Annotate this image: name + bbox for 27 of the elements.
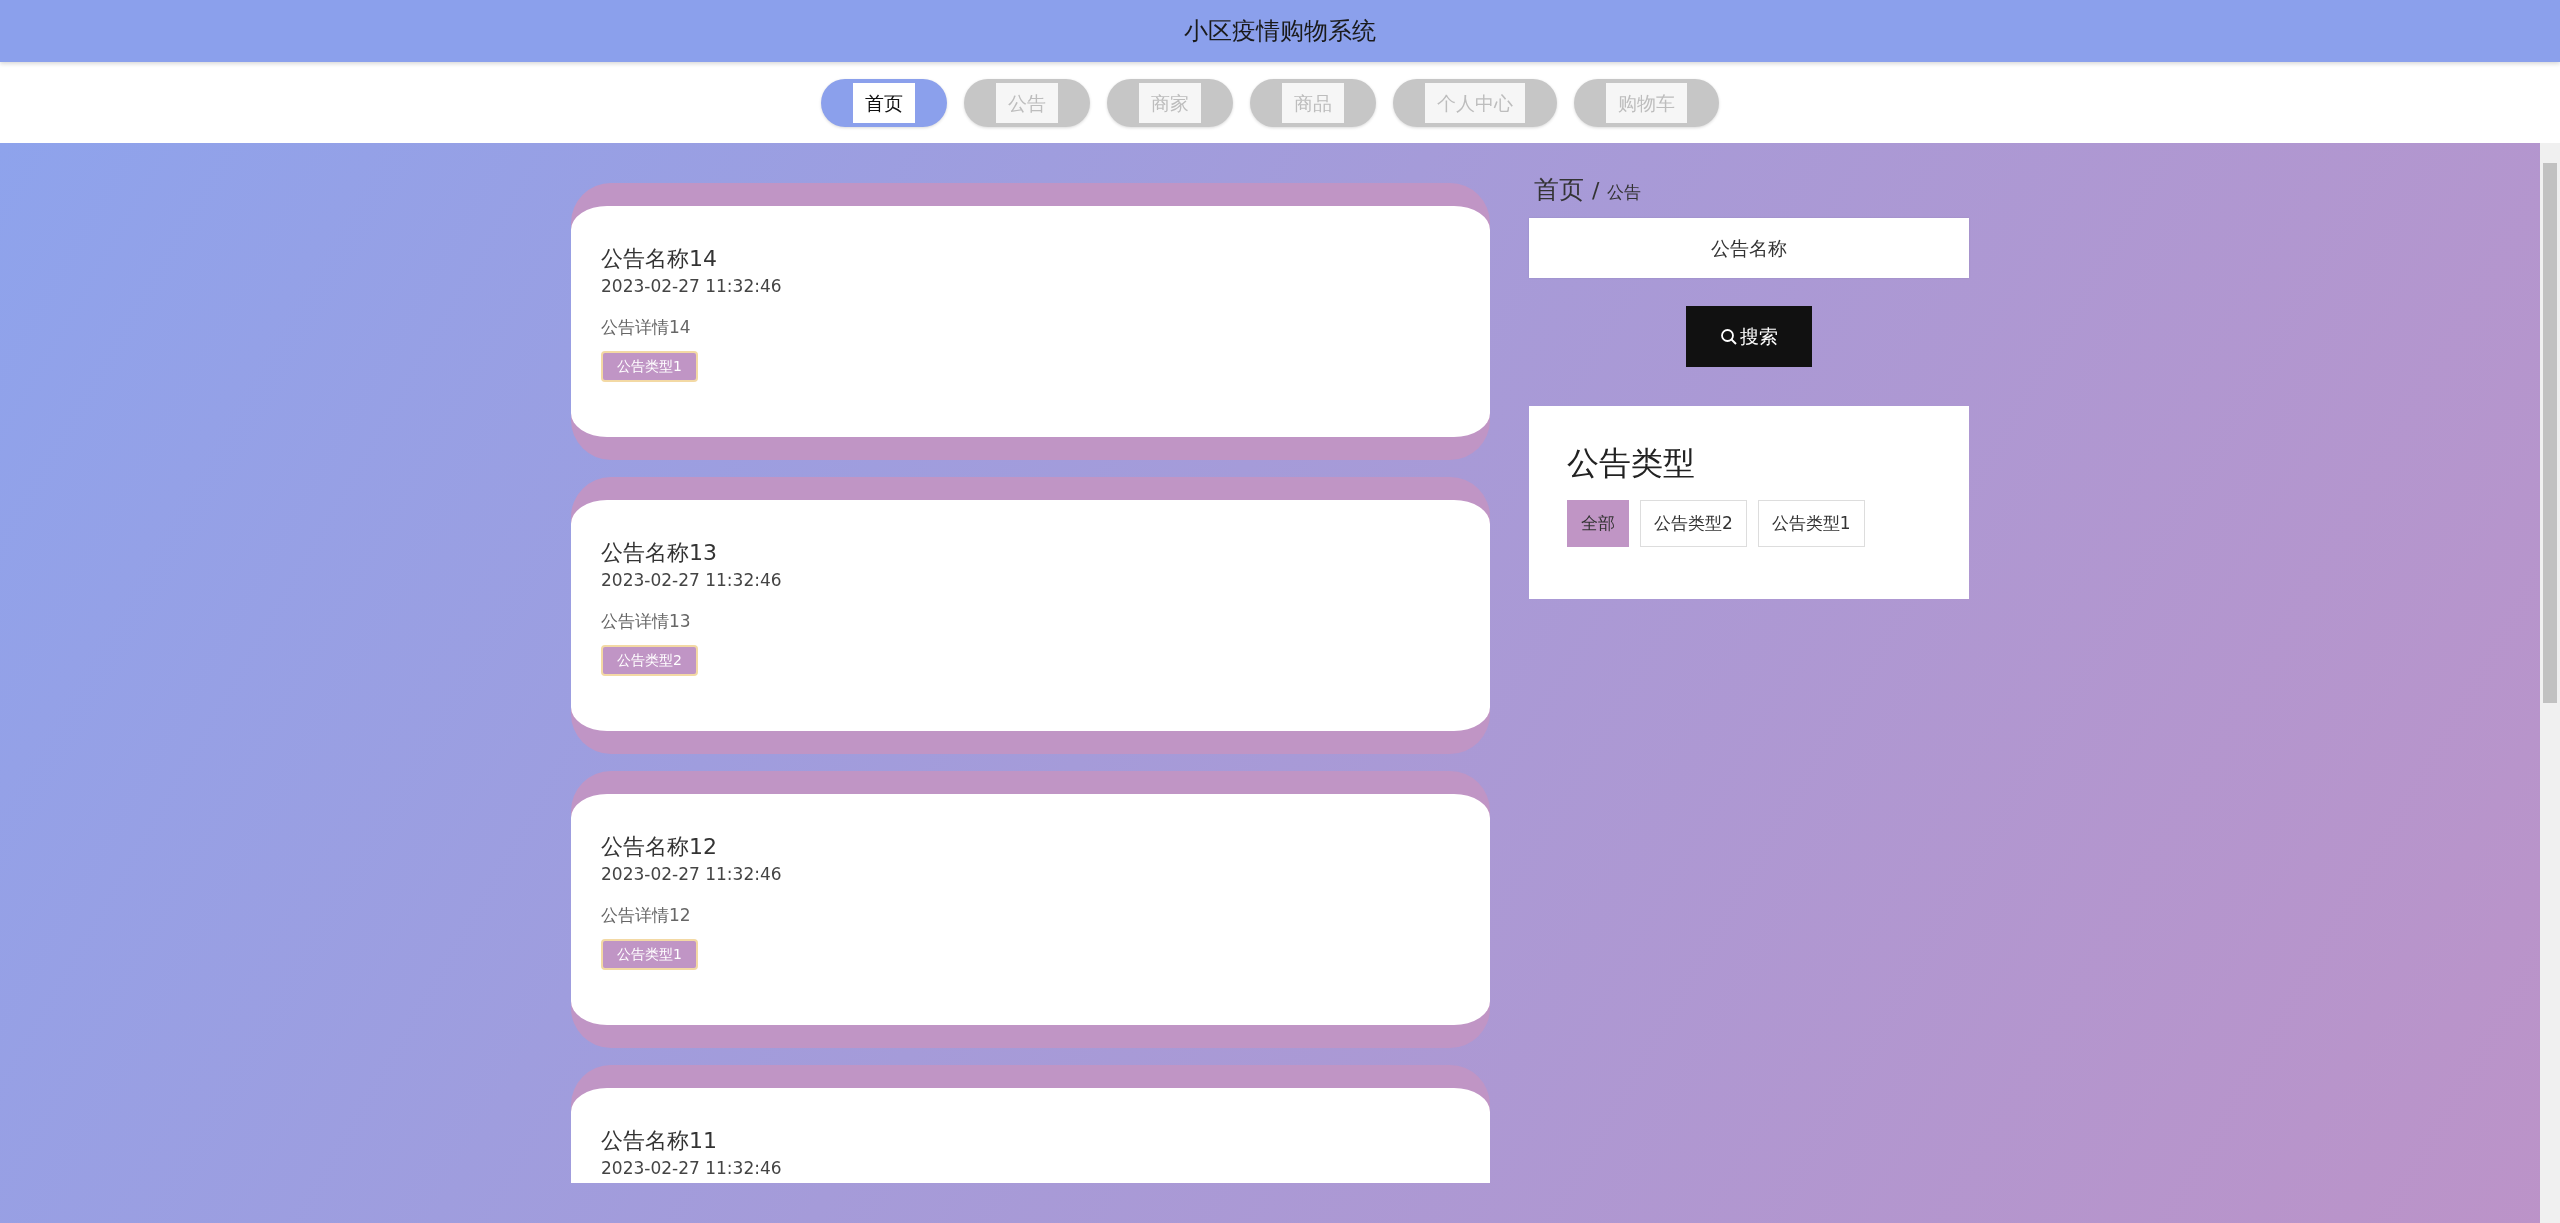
category-filter[interactable]: 公告类型2: [1640, 500, 1747, 547]
scrollbar[interactable]: [2540, 143, 2560, 1223]
breadcrumb-separator: /: [1592, 178, 1600, 203]
notice-type-tag: 公告类型1: [601, 351, 698, 382]
breadcrumb-link[interactable]: 首页: [1534, 173, 1584, 206]
search-button[interactable]: 搜索: [1686, 306, 1812, 367]
notice-title: 公告名称11: [601, 1128, 717, 1155]
notice-detail: 公告详情14: [601, 316, 691, 338]
breadcrumb-current: 公告: [1607, 181, 1642, 204]
category-filter[interactable]: 公告类型1: [1757, 500, 1865, 547]
search-icon: [1720, 327, 1738, 346]
site-title: 小区疫情购物系统: [1184, 16, 1376, 47]
category-filter[interactable]: 全部: [1567, 500, 1629, 547]
notice-type-tag: 公告类型2: [601, 645, 698, 676]
search-field[interactable]: 公告名称: [1529, 218, 1969, 278]
category-title: 公告类型: [1567, 443, 1695, 484]
notice-detail: 公告详情13: [601, 610, 691, 632]
notice-time: 2023-02-27 11:32:46: [601, 1158, 782, 1179]
notice-detail: 公告详情12: [601, 904, 691, 926]
notice-time: 2023-02-27 11:32:46: [601, 864, 782, 885]
nav-tab[interactable]: 首页: [821, 78, 947, 127]
notice-title: 公告名称13: [601, 540, 717, 567]
notice-type-tag: 公告类型1: [601, 939, 698, 970]
notice-time: 2023-02-27 11:32:46: [601, 570, 782, 591]
notice-title: 公告名称14: [601, 246, 717, 273]
notice-time: 2023-02-27 11:32:46: [601, 276, 782, 297]
notice-title: 公告名称12: [601, 834, 717, 861]
